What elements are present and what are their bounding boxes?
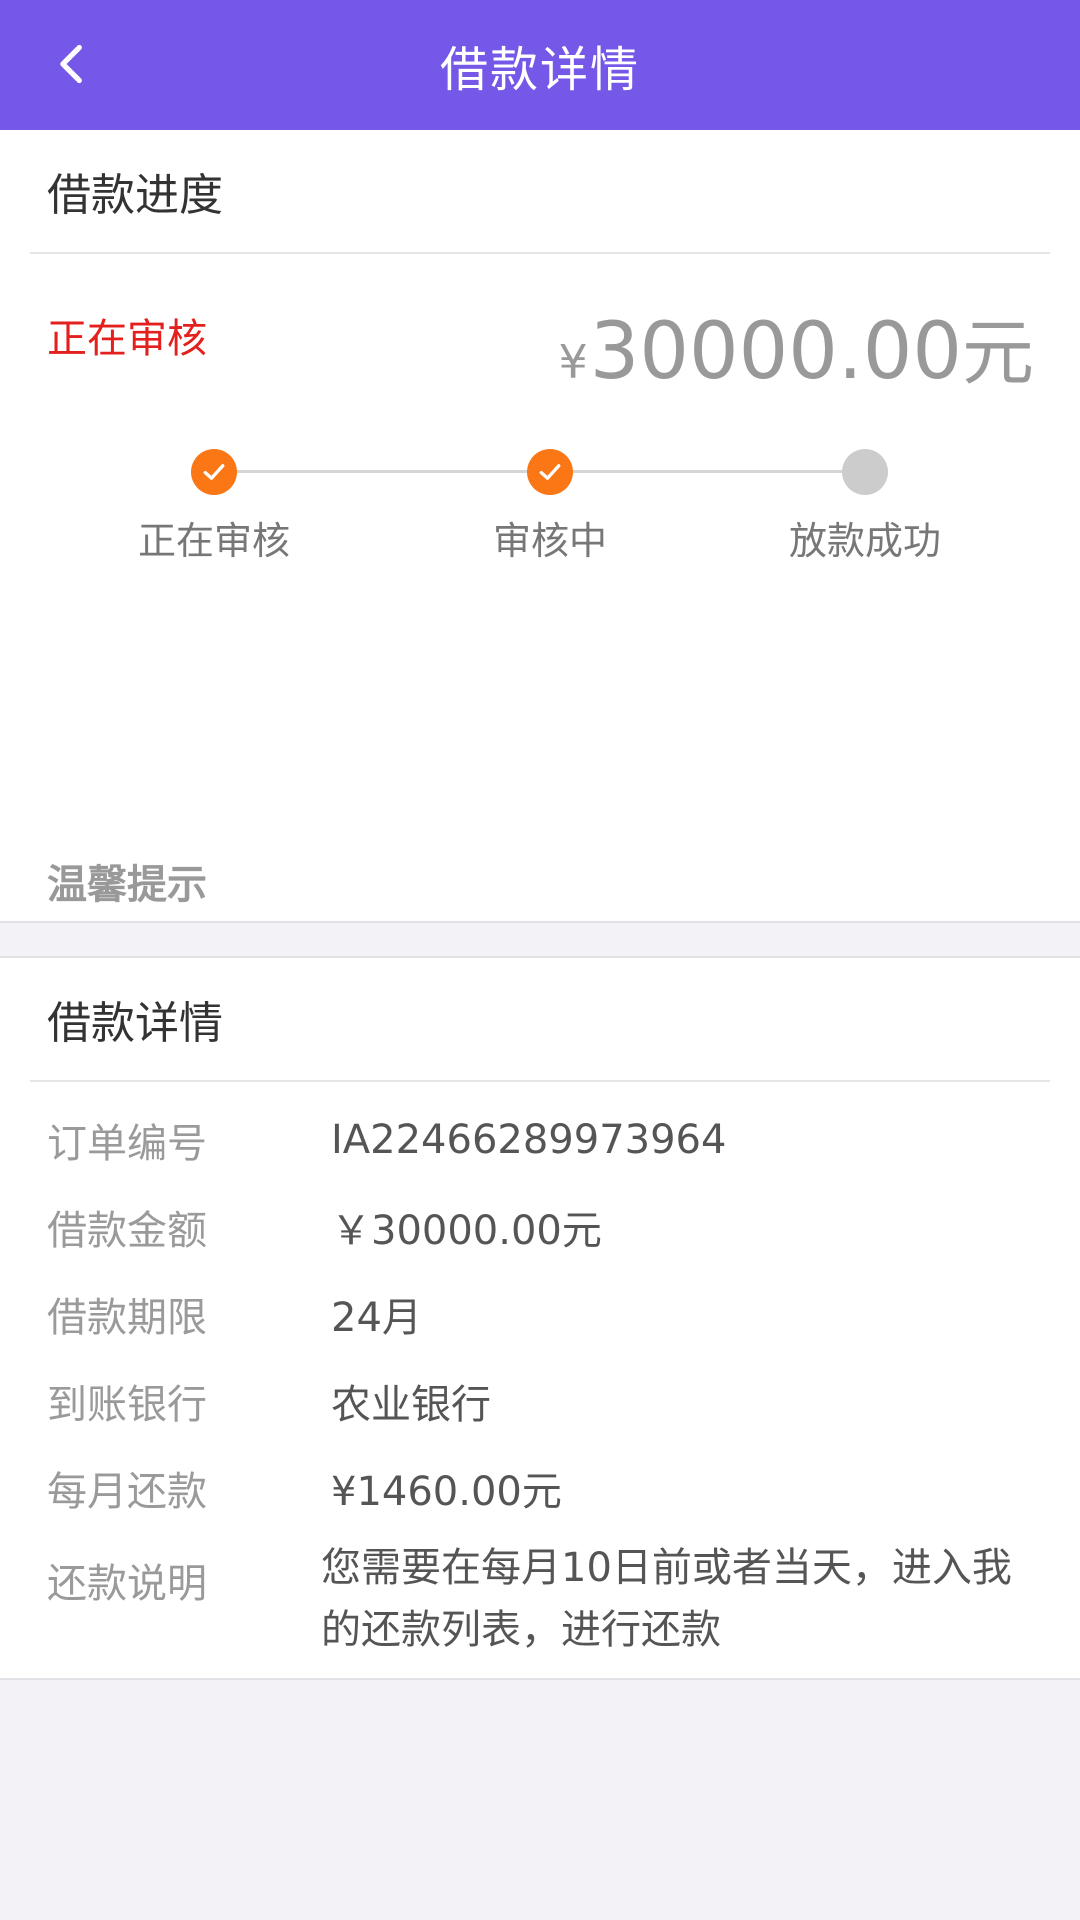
step-1-label: 正在审核 — [137, 519, 290, 563]
step-connector — [214, 470, 550, 473]
detail-list: 订单编号 IA22466289973964 借款金额 ￥30000.00元 借款… — [0, 1082, 1080, 1661]
tip-title: 温馨提示 — [47, 862, 207, 908]
detail-row-order-number: 订单编号 IA22466289973964 — [0, 1096, 1080, 1183]
detail-row-monthly-payment: 每月还款 ¥1460.00元 — [0, 1444, 1080, 1531]
progress-steps: 正在审核 审核中 放款成功 — [0, 434, 1080, 634]
chevron-left-icon — [60, 44, 82, 84]
amount-currency: ¥ — [558, 335, 588, 389]
step-3-pending-icon — [842, 449, 888, 495]
amount-unit: 元 — [961, 311, 1034, 395]
loan-detail-card: 借款详情 订单编号 IA22466289973964 借款金额 ￥30000.0… — [0, 956, 1080, 1680]
step-2-check-icon — [527, 449, 573, 495]
detail-value: 24月 — [331, 1294, 422, 1341]
detail-label: 到账银行 — [47, 1381, 207, 1428]
loan-progress-card: 借款进度 正在审核 ¥ 30000.00 元 正在审核 审核中 放款成功 温馨提… — [0, 130, 1080, 923]
detail-value: 农业银行 — [331, 1381, 491, 1428]
step-3-label: 放款成功 — [788, 519, 941, 563]
detail-value: IA22466289973964 — [331, 1116, 727, 1163]
detail-row-loan-term: 借款期限 24月 — [0, 1270, 1080, 1357]
detail-label: 还款说明 — [47, 1561, 207, 1607]
section-gap — [0, 923, 1080, 956]
detail-section-title: 借款详情 — [30, 958, 1050, 1082]
detail-label: 借款金额 — [47, 1207, 207, 1254]
detail-label: 借款期限 — [47, 1294, 207, 1341]
back-button[interactable] — [40, 32, 104, 96]
top-bar: 借款详情 — [0, 0, 1080, 130]
detail-value: ¥1460.00元 — [331, 1468, 562, 1515]
step-1-check-icon — [191, 449, 237, 495]
detail-value: ￥30000.00元 — [331, 1207, 602, 1254]
status-text: 正在审核 — [47, 316, 207, 362]
status-row: 正在审核 ¥ 30000.00 元 — [0, 254, 1080, 434]
page-title: 借款详情 — [439, 42, 640, 98]
detail-label: 每月还款 — [47, 1468, 207, 1515]
loan-amount: ¥ 30000.00 元 — [559, 294, 1034, 399]
amount-number: 30000.00 — [589, 307, 962, 397]
step-2-label: 审核中 — [492, 519, 607, 563]
detail-row-loan-amount: 借款金额 ￥30000.00元 — [0, 1183, 1080, 1270]
detail-row-repayment-note: 还款说明 您需要在每月10日前或者当天，进入我的还款列表，进行还款 — [0, 1531, 1080, 1661]
detail-value: 您需要在每月10日前或者当天，进入我的还款列表，进行还款 — [321, 1545, 1012, 1653]
detail-row-bank: 到账银行 农业银行 — [0, 1357, 1080, 1444]
progress-section-title: 借款进度 — [30, 130, 1050, 254]
step-connector — [550, 470, 866, 473]
detail-label: 订单编号 — [47, 1120, 207, 1167]
